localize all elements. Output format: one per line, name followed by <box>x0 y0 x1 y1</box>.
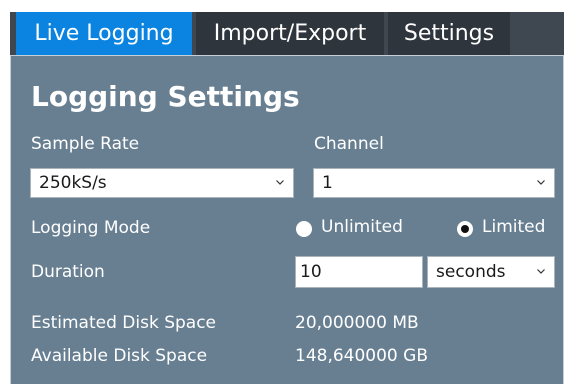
sample-rate-label: Sample Rate <box>31 134 140 154</box>
radio-limited-label[interactable]: Limited <box>482 216 545 238</box>
available-disk-space-label: Available Disk Space <box>31 346 208 366</box>
duration-label: Duration <box>31 262 105 282</box>
tab-settings[interactable]: Settings <box>388 12 510 55</box>
radio-selected-dot <box>461 225 469 233</box>
logging-mode-label: Logging Mode <box>31 218 151 238</box>
estimated-disk-space-label: Estimated Disk Space <box>31 313 217 333</box>
channel-label: Channel <box>314 134 384 154</box>
radio-unlimited-label[interactable]: Unlimited <box>321 216 403 238</box>
sample-rate-select[interactable]: 250kS/s <box>30 168 294 198</box>
chevron-down-icon <box>537 269 545 274</box>
tab-import-export[interactable]: Import/Export <box>196 12 384 55</box>
sample-rate-value: 250kS/s <box>39 173 107 193</box>
app-window: Live Logging Import/Export Settings Logg… <box>0 0 574 384</box>
radio-unlimited[interactable] <box>296 221 312 237</box>
channel-select[interactable]: 1 <box>313 168 555 198</box>
radio-limited[interactable] <box>457 221 473 237</box>
chevron-down-icon <box>537 180 545 185</box>
chevron-down-icon <box>276 180 284 185</box>
tab-live-logging[interactable]: Live Logging <box>16 12 192 55</box>
channel-value: 1 <box>322 173 333 193</box>
duration-unit-select[interactable]: seconds <box>427 256 555 288</box>
tab-bar: Live Logging Import/Export Settings <box>10 12 564 55</box>
duration-unit-value: seconds <box>436 262 506 282</box>
duration-input[interactable] <box>295 256 423 288</box>
available-disk-space-value: 148,640000 GB <box>295 346 428 366</box>
logging-settings-panel: Logging Settings Sample Rate 250kS/s Cha… <box>10 55 564 384</box>
estimated-disk-space-value: 20,000000 MB <box>295 313 419 333</box>
panel-heading: Logging Settings <box>31 80 300 113</box>
